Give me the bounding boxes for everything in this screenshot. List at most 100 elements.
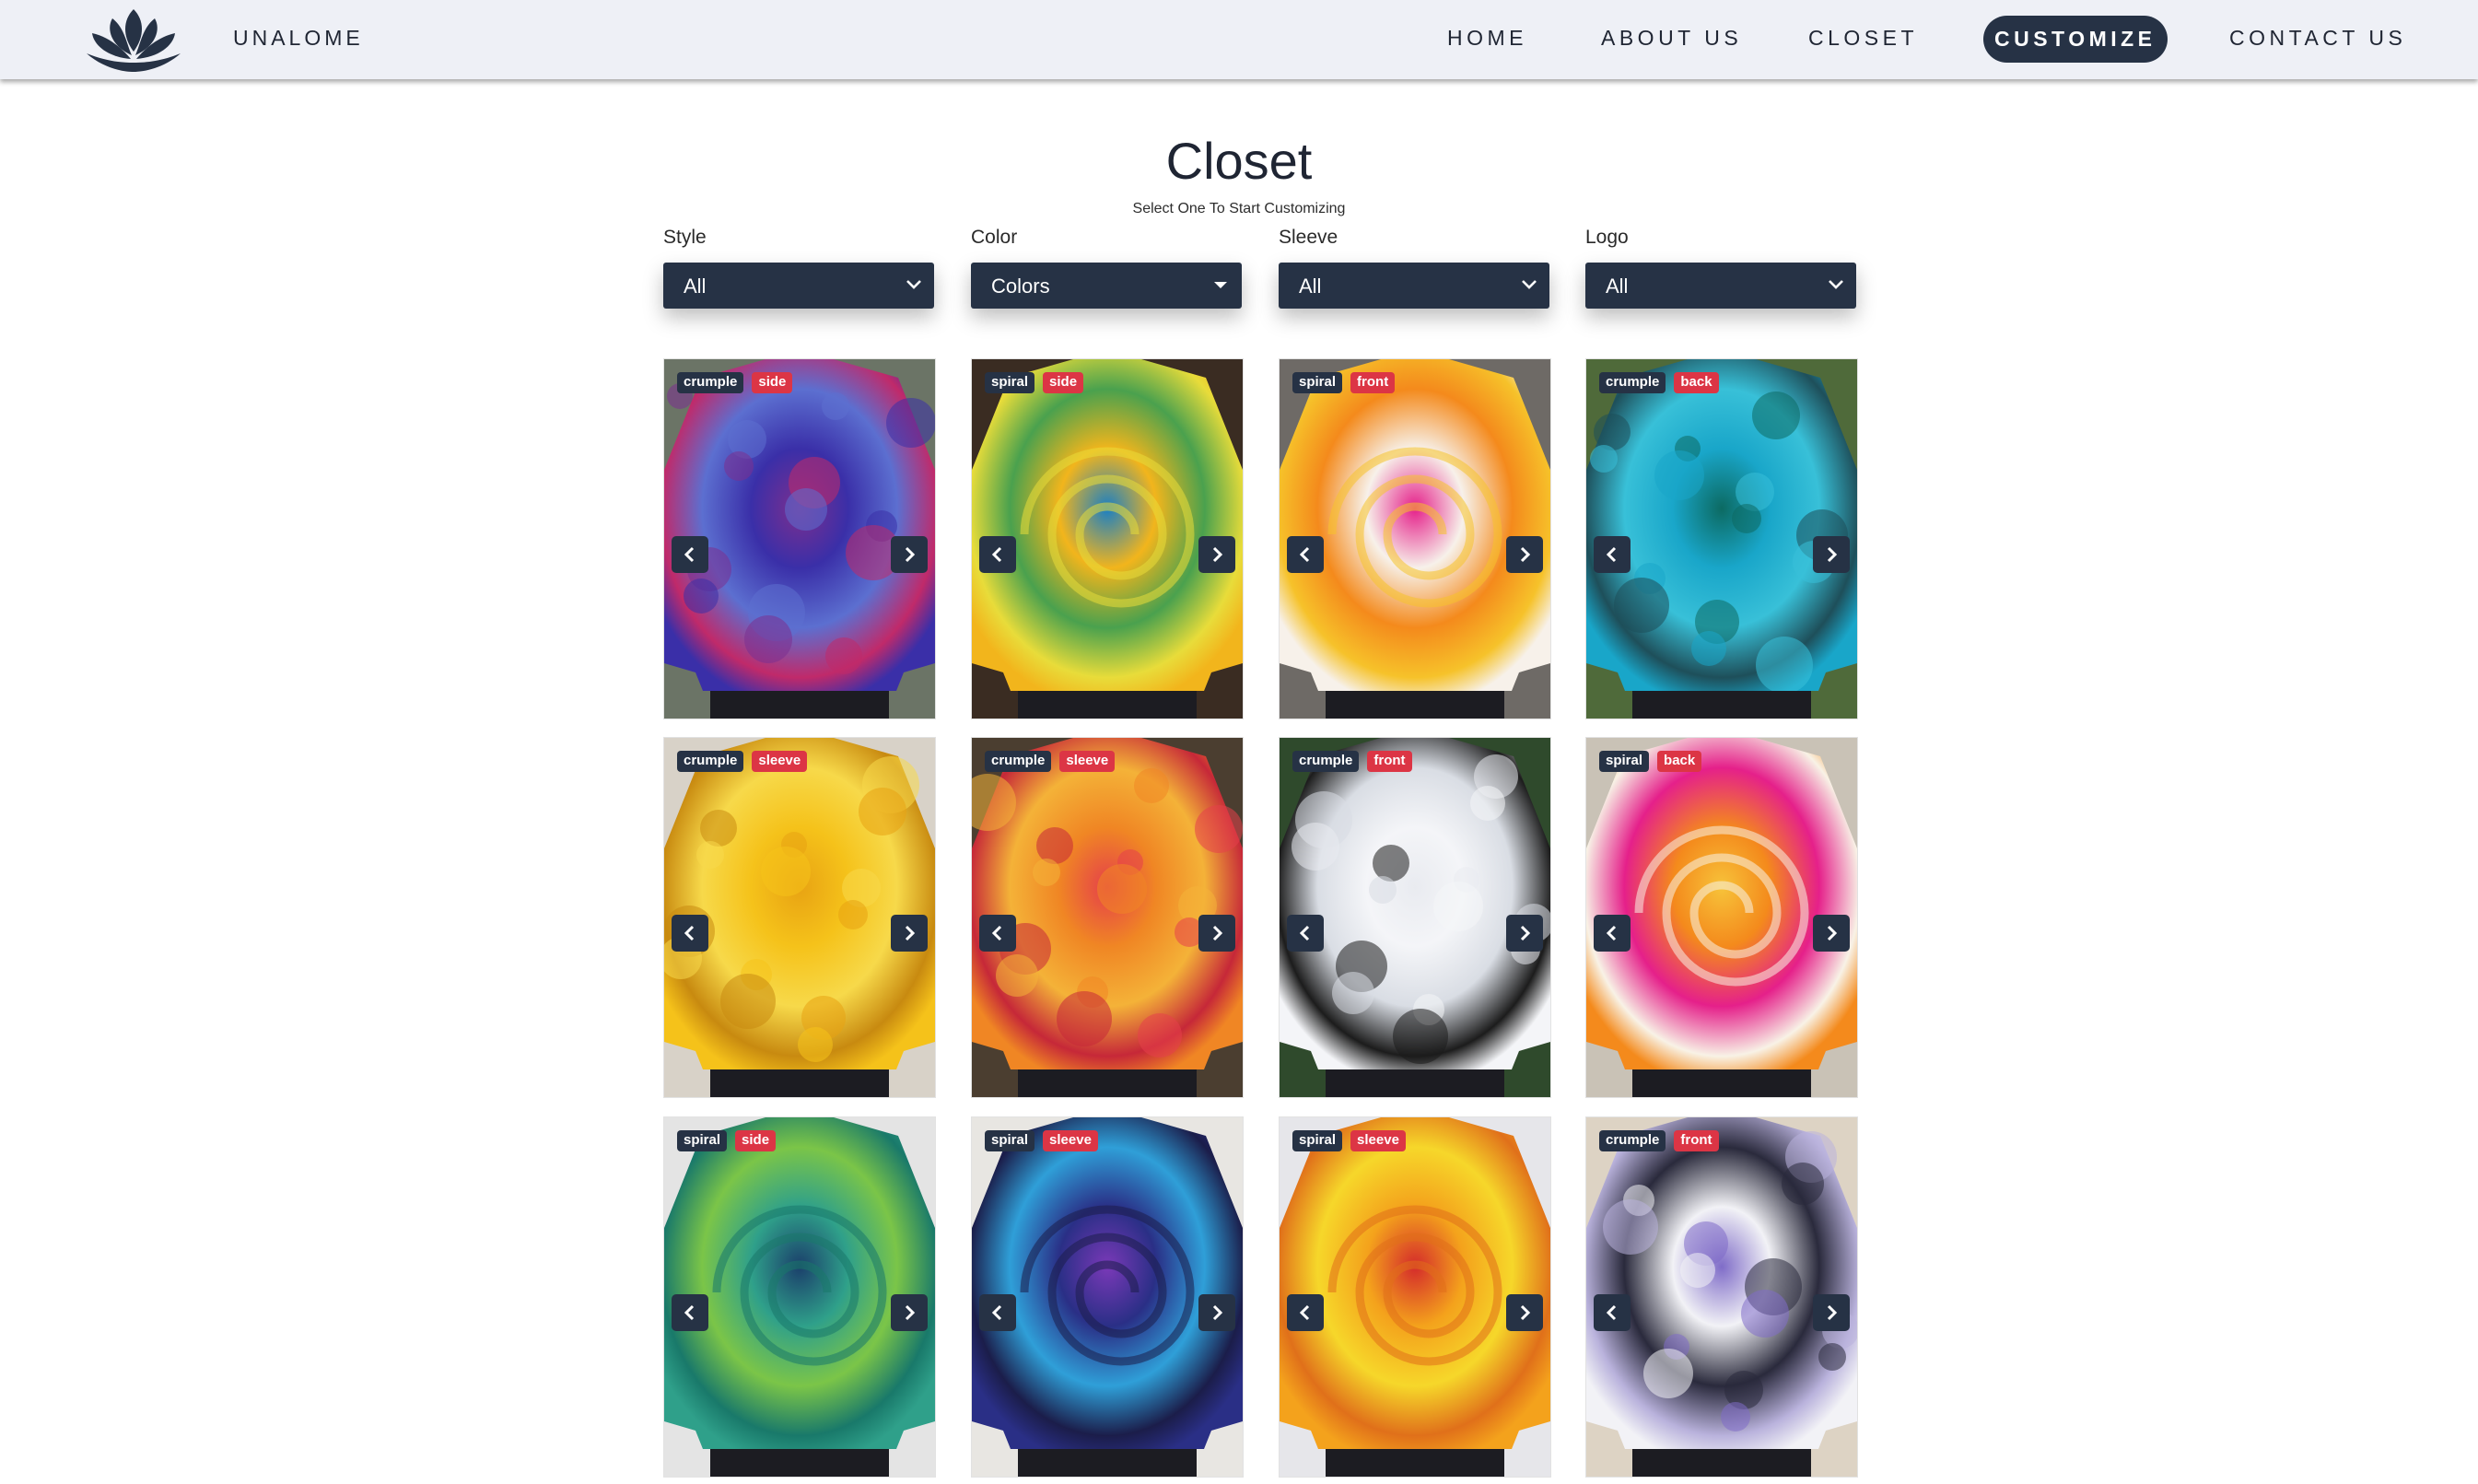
product-card[interactable]: crumple sleeve xyxy=(663,737,936,1098)
chevron-left-icon xyxy=(1299,546,1310,563)
next-image-button[interactable] xyxy=(1198,915,1235,952)
caret-down-icon xyxy=(1214,282,1227,288)
nav-closet[interactable]: CLOSET xyxy=(1808,26,1918,51)
product-card[interactable]: spiral sleeve xyxy=(1279,1116,1551,1478)
next-image-button[interactable] xyxy=(891,536,928,573)
style-filter-value: All xyxy=(684,275,707,298)
product-card[interactable]: crumple front xyxy=(1585,1116,1858,1478)
chevron-left-icon xyxy=(1299,1304,1310,1321)
logo-position-badge: back xyxy=(1674,372,1719,393)
style-badge: crumple xyxy=(1599,372,1666,393)
chevron-right-icon xyxy=(1520,546,1531,563)
product-card[interactable]: spiral sleeve xyxy=(971,1116,1244,1478)
chevron-left-icon xyxy=(1299,925,1310,941)
next-image-button[interactable] xyxy=(1506,915,1543,952)
chevron-down-icon xyxy=(1522,280,1537,289)
style-filter-select[interactable]: All xyxy=(663,263,934,309)
tag-group: spiral side xyxy=(985,372,1084,393)
chevron-left-icon xyxy=(991,1304,1002,1321)
chevron-left-icon xyxy=(991,546,1002,563)
logo-filter-select[interactable]: All xyxy=(1585,263,1856,309)
logo-position-badge: back xyxy=(1657,751,1702,772)
style-badge: spiral xyxy=(677,1130,728,1151)
next-image-button[interactable] xyxy=(1813,1294,1850,1331)
previous-image-button[interactable] xyxy=(1594,1294,1631,1331)
chevron-right-icon xyxy=(1520,1304,1531,1321)
chevron-right-icon xyxy=(1827,925,1838,941)
previous-image-button[interactable] xyxy=(1594,915,1631,952)
next-image-button[interactable] xyxy=(1198,536,1235,573)
chevron-right-icon xyxy=(905,925,916,941)
chevron-right-icon xyxy=(1212,1304,1223,1321)
tag-group: crumple front xyxy=(1599,1130,1719,1151)
next-image-button[interactable] xyxy=(891,1294,928,1331)
next-image-button[interactable] xyxy=(1813,536,1850,573)
sleeve-filter-select[interactable]: All xyxy=(1279,263,1549,309)
previous-image-button[interactable] xyxy=(979,1294,1016,1331)
page-title: Closet xyxy=(1165,132,1313,190)
chevron-right-icon xyxy=(1827,1304,1838,1321)
product-card[interactable]: crumple back xyxy=(1585,358,1858,719)
product-card[interactable]: spiral front xyxy=(1279,358,1551,719)
chevron-right-icon xyxy=(1520,925,1531,941)
product-card[interactable]: spiral side xyxy=(971,358,1244,719)
chevron-down-icon xyxy=(1829,280,1843,289)
nav-home[interactable]: HOME xyxy=(1447,26,1527,51)
style-badge: spiral xyxy=(1292,372,1343,393)
chevron-right-icon xyxy=(1827,546,1838,563)
product-card[interactable]: crumple side xyxy=(663,358,936,719)
chevron-right-icon xyxy=(905,1304,916,1321)
tag-group: crumple sleeve xyxy=(985,751,1116,772)
logo-filter-value: All xyxy=(1606,275,1629,298)
style-badge: spiral xyxy=(1599,751,1650,772)
color-filter-label: Color xyxy=(971,227,1018,248)
product-card[interactable]: crumple front xyxy=(1279,737,1551,1098)
lotus-icon[interactable] xyxy=(81,6,186,74)
style-badge: crumple xyxy=(677,372,744,393)
style-badge: spiral xyxy=(985,1130,1035,1151)
logo-position-badge: front xyxy=(1367,751,1412,772)
style-badge: crumple xyxy=(985,751,1052,772)
brand-name[interactable]: UNALOME xyxy=(233,26,364,51)
tag-group: crumple back xyxy=(1599,372,1719,393)
style-badge: spiral xyxy=(1292,1130,1343,1151)
product-card[interactable]: crumple sleeve xyxy=(971,737,1244,1098)
previous-image-button[interactable] xyxy=(672,1294,708,1331)
chevron-right-icon xyxy=(905,546,916,563)
page-subtitle: Select One To Start Customizing xyxy=(1132,201,1346,216)
color-filter-select[interactable]: Colors xyxy=(971,263,1242,309)
product-card[interactable]: spiral side xyxy=(663,1116,936,1478)
tag-group: crumple side xyxy=(677,372,793,393)
next-image-button[interactable] xyxy=(1506,536,1543,573)
previous-image-button[interactable] xyxy=(979,536,1016,573)
logo-position-badge: sleeve xyxy=(1350,1130,1406,1151)
chevron-right-icon xyxy=(1212,546,1223,563)
nav-customize[interactable]: CUSTOMIZE xyxy=(1983,16,2168,63)
next-image-button[interactable] xyxy=(1506,1294,1543,1331)
logo-position-badge: sleeve xyxy=(752,751,808,772)
sleeve-filter-label: Sleeve xyxy=(1279,227,1338,248)
chevron-left-icon xyxy=(684,1304,695,1321)
previous-image-button[interactable] xyxy=(1287,1294,1324,1331)
tag-group: spiral sleeve xyxy=(1292,1130,1406,1151)
chevron-left-icon xyxy=(1606,546,1617,563)
previous-image-button[interactable] xyxy=(979,915,1016,952)
nav-about-us[interactable]: ABOUT US xyxy=(1601,26,1742,51)
style-badge: crumple xyxy=(1292,751,1360,772)
next-image-button[interactable] xyxy=(1198,1294,1235,1331)
next-image-button[interactable] xyxy=(1813,915,1850,952)
logo-position-badge: front xyxy=(1674,1130,1719,1151)
product-card[interactable]: spiral back xyxy=(1585,737,1858,1098)
style-badge: crumple xyxy=(677,751,744,772)
chevron-left-icon xyxy=(684,925,695,941)
previous-image-button[interactable] xyxy=(1287,536,1324,573)
style-badge: crumple xyxy=(1599,1130,1666,1151)
previous-image-button[interactable] xyxy=(1287,915,1324,952)
next-image-button[interactable] xyxy=(891,915,928,952)
previous-image-button[interactable] xyxy=(672,915,708,952)
nav-contact-us[interactable]: CONTACT US xyxy=(2229,26,2406,51)
previous-image-button[interactable] xyxy=(672,536,708,573)
style-filter-label: Style xyxy=(663,227,707,248)
previous-image-button[interactable] xyxy=(1594,536,1631,573)
tag-group: crumple sleeve xyxy=(677,751,808,772)
